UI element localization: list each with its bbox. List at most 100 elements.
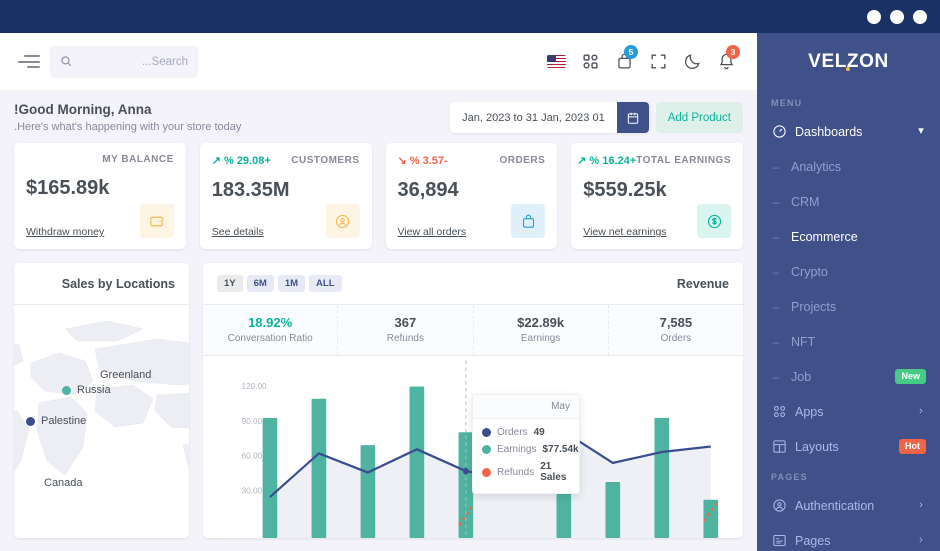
kpi-orders: 7,585 Orders	[607, 305, 743, 355]
page-header: Add Product 01 Jan, 2023 to 31 Jan, 2023…	[14, 90, 743, 143]
tab-1y[interactable]: 1Y	[217, 274, 243, 293]
stat-link[interactable]: View net earnings	[583, 226, 666, 238]
sidebar-item-layouts[interactable]: Hot Layouts	[757, 429, 940, 464]
sidebar-item-ecommerce[interactable]: Ecommerce –	[757, 219, 940, 254]
moon-icon[interactable]	[675, 45, 709, 79]
app-root: VELZON MENU ▾ Dashboards Analytics – CRM…	[0, 0, 940, 551]
sidebar-section-menu: MENU	[771, 98, 803, 108]
fullscreen-icon[interactable]	[641, 45, 675, 79]
page-icon	[771, 533, 787, 549]
dash-icon: –	[772, 159, 780, 174]
tab-all[interactable]: ALL	[309, 274, 342, 293]
map-marker-palestine[interactable]: Palestine	[26, 415, 86, 427]
marker-dot	[26, 416, 35, 426]
stat-value: $559.25k	[583, 179, 667, 201]
stat-title: TOTAL EARNINGS	[636, 155, 731, 166]
sidebar-item-label: Layouts	[795, 439, 839, 454]
sidebar-item-job[interactable]: New Job –	[757, 359, 940, 394]
main-content: Add Product 01 Jan, 2023 to 31 Jan, 2023…	[0, 90, 757, 551]
kpi-earnings: $22.89k Earnings	[472, 305, 608, 355]
search-container	[50, 45, 198, 78]
sidebar-item-label: Authentication	[795, 498, 875, 513]
sidebar-item-label: Crypto	[791, 264, 828, 279]
dash-icon: –	[772, 334, 780, 349]
sidebar-item-authentication[interactable]: ‹ Authentication	[757, 488, 940, 523]
layout-icon	[771, 439, 787, 455]
window-dot-3[interactable]	[867, 10, 881, 24]
apps-grid-icon[interactable]	[573, 45, 607, 79]
sidebar-item-label: Job	[791, 369, 812, 384]
stat-link[interactable]: See details	[212, 226, 264, 238]
revenue-chart-body[interactable]: 120.00 90.00 60.00 30.00 May Orders 49 E…	[203, 356, 743, 538]
tooltip-series-value: $77.54k	[542, 444, 579, 455]
user-circle-icon	[771, 498, 787, 514]
tooltip-row-earnings: Earnings $77.54k	[482, 441, 579, 458]
sidebar-item-analytics[interactable]: Analytics –	[757, 149, 940, 184]
kpi-value: $22.89k	[517, 315, 565, 330]
search-input[interactable]	[50, 45, 198, 78]
bag-icon	[511, 204, 546, 238]
add-product-button[interactable]: Add Product	[655, 102, 743, 133]
user-circle-icon	[325, 204, 360, 238]
sidebar-item-label: Apps	[795, 404, 824, 419]
chart-tooltip: May Orders 49 Earnings $77.54k Refunds 2…	[472, 394, 580, 494]
sidebar-item-crm[interactable]: CRM –	[757, 184, 940, 219]
apps-grid-icon	[771, 404, 787, 420]
kpi-value: 18.92%	[248, 315, 293, 330]
lower-row: Revenue ALL 1M 6M 1Y 7,585 Orders $22.89…	[14, 263, 743, 538]
revenue-range-tabs: ALL 1M 6M 1Y	[217, 274, 342, 293]
kpi-label: Conversation Ratio	[227, 333, 313, 344]
revenue-title: Revenue	[676, 276, 729, 291]
stat-link[interactable]: Withdraw money	[26, 226, 104, 238]
kpi-refunds: 367 Refunds	[337, 305, 472, 355]
stat-title: ORDERS	[499, 155, 546, 166]
page-subtitle: Here's what's happening with your store …	[14, 121, 242, 133]
dash-icon: –	[772, 299, 780, 314]
flag-us-icon[interactable]	[539, 45, 573, 79]
dash-icon: –	[772, 369, 780, 384]
world-map[interactable]: Greenland Canada Russia Palestine	[14, 305, 189, 538]
kpi-label: Orders	[660, 333, 692, 344]
sidebar-item-projects[interactable]: Projects –	[757, 289, 940, 324]
sidebar-item-dashboards[interactable]: ▾ Dashboards	[757, 114, 940, 149]
tab-6m[interactable]: 6M	[246, 274, 274, 293]
kpi-label: Earnings	[520, 333, 561, 344]
window-controls[interactable]	[867, 10, 927, 24]
stat-value: 183.35M	[211, 179, 290, 201]
sidebar-item-label: Dashboards	[795, 124, 863, 139]
locations-title: Sales by Locations	[61, 276, 175, 291]
sidebar-item-crypto[interactable]: Crypto –	[757, 254, 940, 289]
map-label-greenland: Greenland	[100, 369, 152, 381]
bell-icon[interactable]: 3	[709, 44, 743, 79]
sidebar-item-apps[interactable]: ‹ Apps	[757, 394, 940, 429]
stat-value: $165.89k	[26, 177, 110, 199]
notification-count-badge: 3	[726, 44, 740, 59]
dollar-circle-icon	[697, 204, 731, 238]
marker-label: Palestine	[41, 415, 87, 427]
sidebar-item-nft[interactable]: NFT –	[757, 324, 940, 359]
stat-title: MY BALANCE	[102, 154, 174, 165]
stat-value: 36,894	[397, 179, 459, 201]
map-marker-russia[interactable]: Russia	[62, 384, 111, 396]
date-range-picker[interactable]: 01 Jan, 2023 to 31 Jan, 2023	[450, 102, 649, 133]
menu-toggle-icon[interactable]	[14, 49, 40, 75]
status-badge-new: New	[895, 369, 926, 384]
topbar-icon-group: 3 5	[539, 44, 743, 79]
tab-1m[interactable]: 1M	[277, 274, 306, 293]
cart-icon[interactable]: 5	[607, 44, 641, 79]
sidebar-item-label: Projects	[791, 299, 837, 314]
stat-card-customers: CUSTOMERS +29.08 % ↗ 183.35M See details	[199, 143, 372, 249]
sidebar-item-label: Pages	[795, 533, 831, 548]
dash-icon: –	[772, 194, 780, 209]
sales-by-locations-card: Sales by Locations Greenland Canada Russ…	[14, 263, 189, 538]
tooltip-row-refunds: Refunds 21 Sales	[482, 458, 570, 486]
window-dot-1[interactable]	[913, 10, 927, 24]
marker-label: Russia	[77, 384, 111, 396]
stat-link[interactable]: View all orders	[398, 226, 467, 238]
window-dot-2[interactable]	[890, 10, 904, 24]
arrow-down-icon: ↘	[397, 155, 407, 167]
sidebar-item-label: Analytics	[791, 159, 842, 174]
brand-logo[interactable]: VELZON	[757, 33, 940, 90]
tooltip-row-orders: Orders 49	[482, 424, 570, 441]
sidebar-item-pages[interactable]: ‹ Pages	[757, 523, 940, 551]
